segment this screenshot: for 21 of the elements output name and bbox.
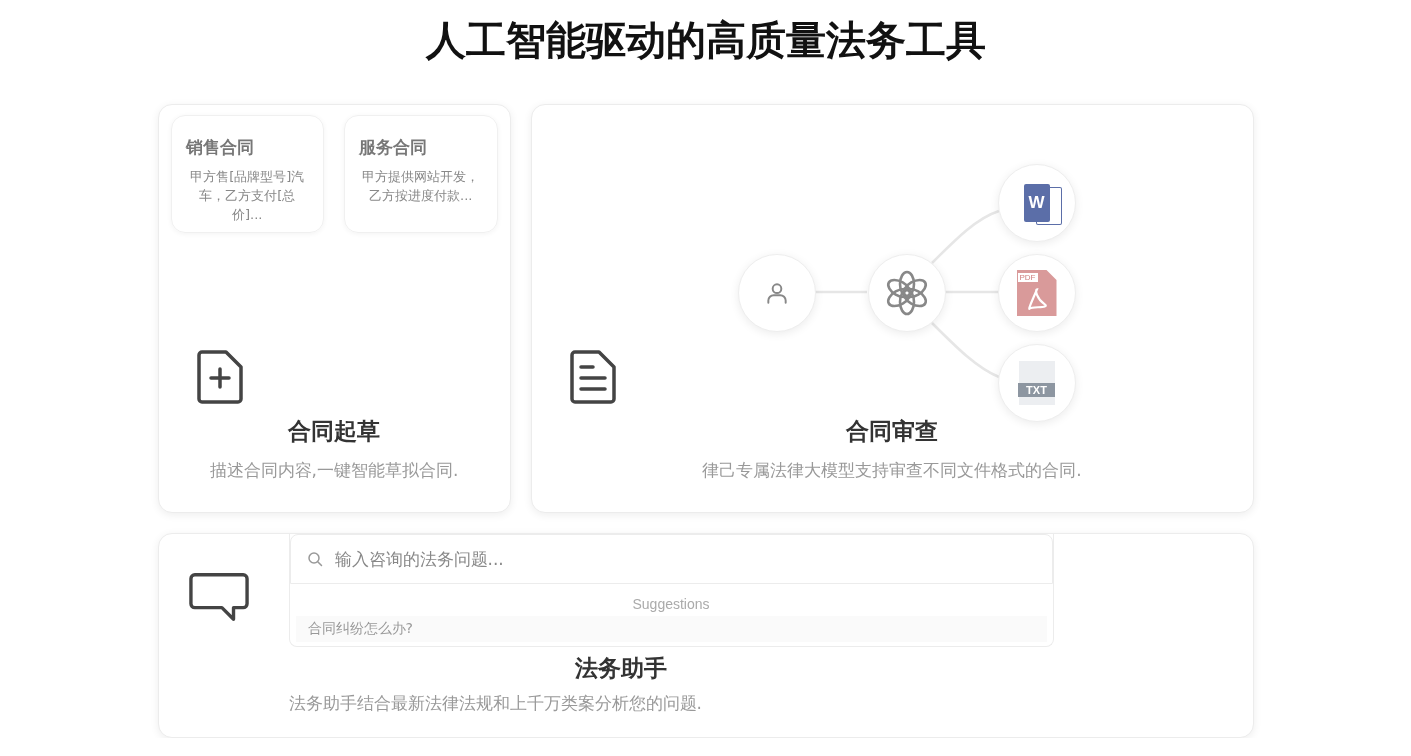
document-lines-icon xyxy=(569,350,616,404)
page-title: 人工智能驱动的高质量法务工具 xyxy=(424,16,987,65)
card-title: 法务助手 xyxy=(574,654,668,683)
template-card[interactable]: 服务合同 甲方提供网站开发，乙方按进度付款... xyxy=(344,115,498,233)
card-description: 描述合同内容,一键智能草拟合同. xyxy=(208,459,460,482)
text-file-icon: TXT xyxy=(1018,361,1055,405)
template-title: 服务合同 xyxy=(359,136,428,159)
template-text: 甲方提供网站开发，乙方按进度付款... xyxy=(361,168,481,205)
pdf-file-icon: PDF xyxy=(1016,270,1057,316)
template-text: 甲方售[品牌型号]汽车，乙方支付[总价]... xyxy=(189,168,306,224)
card-description: 律己专属法律大模型支持审查不同文件格式的合同. xyxy=(701,459,1083,482)
suggestion-item[interactable]: 合同纠纷怎么办? xyxy=(295,616,1047,642)
card-title: 合同审查 xyxy=(845,417,939,446)
card-description: 法务助手结合最新法律法规和上千万类案分析您的问题. xyxy=(288,692,703,715)
document-plus-icon xyxy=(196,350,243,404)
card-title: 合同起草 xyxy=(287,417,381,446)
template-title: 销售合同 xyxy=(185,136,255,159)
search-field[interactable]: 输入咨询的法务问题... xyxy=(289,534,1053,584)
suggestions-heading: Suggestions xyxy=(631,596,711,612)
speech-bubble-icon xyxy=(188,572,249,624)
template-card[interactable]: 销售合同 甲方售[品牌型号]汽车，乙方支付[总价]... xyxy=(170,115,324,233)
